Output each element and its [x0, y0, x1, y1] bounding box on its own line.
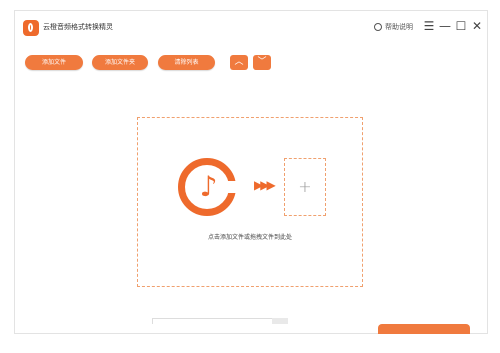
- app-title: 云橙音频格式转换精灵: [43, 23, 113, 31]
- output-path-field[interactable]: [152, 318, 282, 324]
- maximize-button[interactable]: ☐: [455, 19, 467, 33]
- file-drop-zone[interactable]: ♪ ▶▶▶ + 点击添加文件或拖拽文件到此处: [137, 117, 363, 287]
- app-window: 云橙音频格式转换精灵 帮助说明 ☰ — ☐ ✕ 添加文件 添加文件夹 清除列表 …: [14, 10, 488, 334]
- music-note-icon: ♪: [199, 170, 218, 203]
- plus-icon: +: [298, 177, 312, 196]
- add-file-button[interactable]: 添加文件: [25, 55, 83, 70]
- help-label: 帮助说明: [385, 23, 413, 31]
- close-button[interactable]: ✕: [471, 19, 483, 33]
- menu-icon[interactable]: ☰: [423, 19, 435, 33]
- add-file-box[interactable]: +: [284, 158, 326, 216]
- add-folder-button[interactable]: 添加文件夹: [92, 55, 148, 70]
- app-logo-icon: [23, 20, 39, 36]
- browse-button[interactable]: [272, 318, 288, 324]
- move-up-button[interactable]: ︿: [230, 55, 248, 70]
- help-icon: [374, 23, 382, 31]
- minimize-button[interactable]: —: [439, 19, 451, 33]
- move-down-button[interactable]: ﹀: [253, 55, 271, 70]
- arrows-icon: ▶▶▶: [254, 178, 276, 192]
- title-bar: 云橙音频格式转换精灵 帮助说明 ☰ — ☐ ✕: [15, 11, 487, 45]
- audio-converter-icon: ♪: [178, 158, 238, 216]
- help-link[interactable]: 帮助说明: [374, 22, 413, 32]
- drop-hint-text: 点击添加文件或拖拽文件到此处: [207, 234, 292, 241]
- convert-button[interactable]: [378, 324, 470, 334]
- clear-list-button[interactable]: 清除列表: [158, 55, 215, 70]
